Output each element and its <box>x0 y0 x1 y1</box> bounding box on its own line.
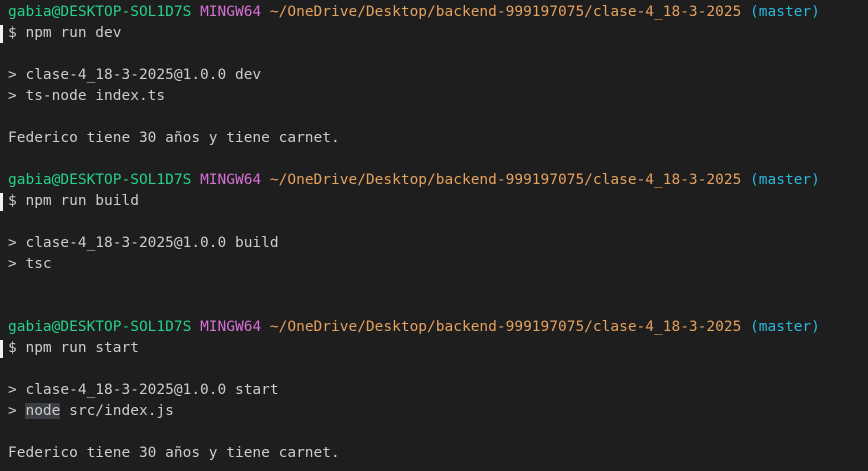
cursor-marker <box>0 25 3 43</box>
output-dev-result: Federico tiene 30 años y tiene carnet. <box>8 130 340 146</box>
prompt-user-host: gabia@DESKTOP-SOL1D7S <box>8 4 192 20</box>
output-start-script: > clase-4_18-3-2025@1.0.0 start <box>8 382 279 398</box>
prompt-path: ~/OneDrive/Desktop/backend-999197075/cla… <box>269 172 742 188</box>
prompt-system: MINGW64 <box>200 4 262 20</box>
prompt-branch: (master) <box>750 4 820 20</box>
prompt-system: MINGW64 <box>200 319 262 335</box>
command-line-3: $ npm run start <box>8 340 139 356</box>
prompt-path: ~/OneDrive/Desktop/backend-999197075/cla… <box>269 319 742 335</box>
prompt-branch: (master) <box>750 319 820 335</box>
terminal-window[interactable]: gabia@DESKTOP-SOL1D7S MINGW64 ~/OneDrive… <box>0 0 868 471</box>
prompt-user-host: gabia@DESKTOP-SOL1D7S <box>8 319 192 335</box>
highlighted-word: node <box>25 403 61 419</box>
prompt-line-1: gabia@DESKTOP-SOL1D7S MINGW64 ~/OneDrive… <box>8 2 820 23</box>
output-start-result: Federico tiene 30 años y tiene carnet. <box>8 445 340 461</box>
prompt-system: MINGW64 <box>200 172 262 188</box>
command-line-2: $ npm run build <box>8 193 139 209</box>
cursor-marker <box>0 340 3 358</box>
exec-prefix: > <box>8 403 26 419</box>
output-dev-exec: > ts-node index.ts <box>8 88 166 104</box>
output-build-script: > clase-4_18-3-2025@1.0.0 build <box>8 235 279 251</box>
output-build-exec: > tsc <box>8 256 52 272</box>
prompt-path: ~/OneDrive/Desktop/backend-999197075/cla… <box>269 4 742 20</box>
exec-rest: src/index.js <box>60 403 174 419</box>
output-start-exec: > node src/index.js <box>8 401 174 422</box>
prompt-branch: (master) <box>750 172 820 188</box>
cursor-marker <box>0 193 3 211</box>
output-dev-script: > clase-4_18-3-2025@1.0.0 dev <box>8 67 262 83</box>
command-line-1: $ npm run dev <box>8 25 122 41</box>
prompt-line-2: gabia@DESKTOP-SOL1D7S MINGW64 ~/OneDrive… <box>8 170 820 191</box>
prompt-user-host: gabia@DESKTOP-SOL1D7S <box>8 172 192 188</box>
prompt-line-3: gabia@DESKTOP-SOL1D7S MINGW64 ~/OneDrive… <box>8 317 820 338</box>
